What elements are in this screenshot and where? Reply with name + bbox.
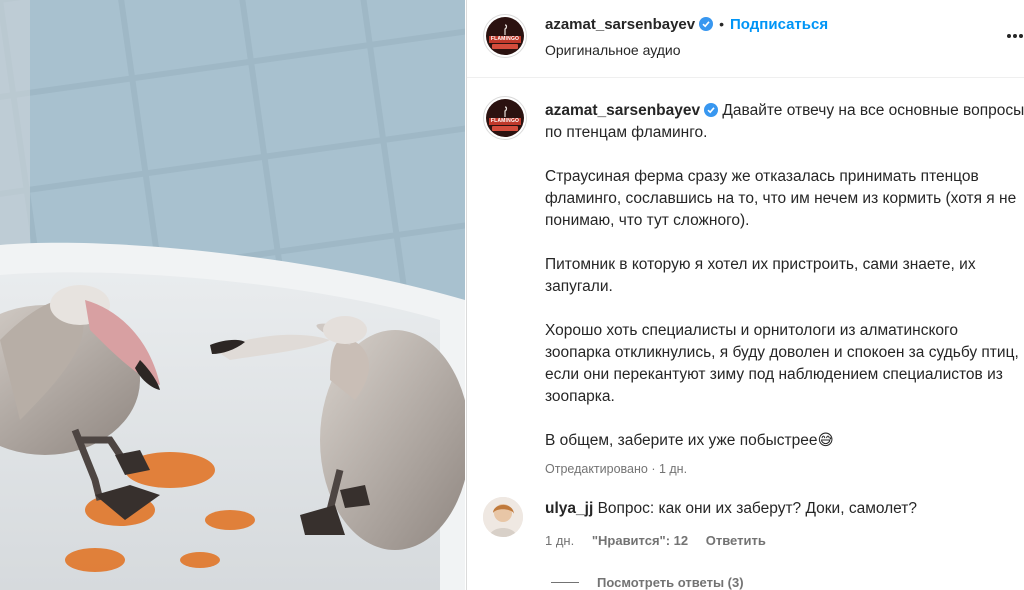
caption: azamat_sarsenbayev Давайте отвечу на все… — [545, 100, 1024, 480]
caption-paragraph: Страусиная ферма сразу же отказалась при… — [545, 168, 1017, 229]
comment-time[interactable]: 1 дн. — [545, 533, 574, 548]
logo-text: FLAMINGO — [488, 117, 522, 125]
follow-button[interactable]: Подписаться — [730, 16, 828, 33]
reply-button[interactable]: Ответить — [706, 533, 766, 548]
caption-username[interactable]: azamat_sarsenbayev — [545, 102, 700, 119]
view-replies-button[interactable]: Посмотреть ответы (3) — [551, 575, 744, 590]
comment-likes[interactable]: "Нравится": 12 — [592, 533, 688, 548]
verified-badge-icon — [704, 103, 719, 117]
caption-paragraph: Питомник в которую я хотел их пристроить… — [545, 256, 976, 295]
caption-paragraph: В общем, заберите их уже побыстрее😅 — [545, 432, 834, 449]
comment-body: Вопрос: как они их заберут? Доки, самоле… — [597, 500, 918, 517]
post-image — [0, 0, 465, 590]
flamingo-logo-icon: FLAMINGO — [486, 17, 524, 55]
more-options-icon[interactable] — [1005, 26, 1024, 46]
comment: ulya_jj Вопрос: как они их заберут? Доки… — [545, 500, 917, 518]
separator-dot: • — [719, 16, 725, 32]
comment-avatar[interactable] — [483, 497, 523, 537]
author-username[interactable]: azamat_sarsenbayev — [545, 16, 695, 33]
logo-text: FLAMINGO — [488, 35, 522, 43]
comment-meta: 1 дн. "Нравится": 12 Ответить — [545, 533, 780, 548]
verified-badge-icon — [699, 17, 714, 31]
post-panel: FLAMINGO azamat_sarsenbayev • Подписаться … — [466, 0, 1024, 590]
audio-label[interactable]: Оригинальное аудио — [545, 42, 681, 58]
caption-paragraph: Хорошо хоть специалисты и орнитологи из … — [545, 322, 1019, 405]
caption-paragraph: azamat_sarsenbayev Давайте отвечу на все… — [545, 100, 1024, 144]
flamingo-logo-icon: FLAMINGO — [486, 99, 524, 137]
replies-divider — [551, 582, 579, 583]
avatar-image — [483, 497, 523, 537]
author-avatar[interactable]: FLAMINGO — [483, 14, 527, 58]
caption-meta: Отредактировано · 1 дн. — [545, 462, 688, 476]
post-header: FLAMINGO azamat_sarsenbayev • Подписаться … — [467, 0, 1024, 78]
comment-username[interactable]: ulya_jj — [545, 500, 593, 517]
post-media[interactable] — [0, 0, 465, 590]
view-replies-label: Посмотреть ответы (3) — [597, 575, 744, 590]
caption-avatar[interactable]: FLAMINGO — [483, 96, 527, 140]
